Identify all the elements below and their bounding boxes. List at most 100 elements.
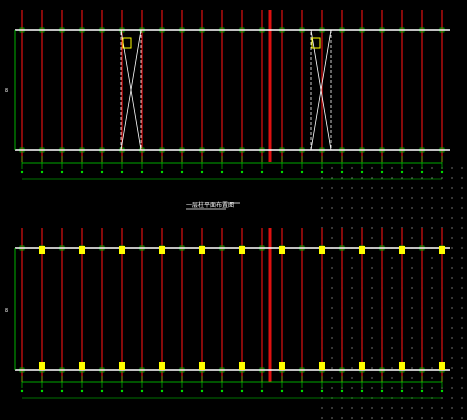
plate-marker <box>319 362 325 370</box>
grid-dot <box>351 267 353 269</box>
grid-dot <box>431 407 433 409</box>
grid-dot <box>321 177 323 179</box>
grid-dot <box>411 407 413 409</box>
grid-dot <box>341 407 343 409</box>
grid-dot <box>381 217 383 219</box>
grid-bubble <box>220 170 224 174</box>
grid-dot <box>451 187 453 189</box>
grid-dot <box>401 407 403 409</box>
lower-left-dim-label: 8 <box>5 308 8 314</box>
grid-dot <box>371 207 373 209</box>
grid-dot <box>351 277 353 279</box>
grid-dot <box>331 317 333 319</box>
grid-dot <box>451 387 453 389</box>
grid-dot <box>441 177 443 179</box>
grid-dot <box>461 337 463 339</box>
grid-dot <box>431 197 433 199</box>
grid-dot <box>461 217 463 219</box>
grid-dot <box>461 367 463 369</box>
plate-marker <box>199 362 205 370</box>
grid-dot <box>411 367 413 369</box>
grid-dot <box>451 237 453 239</box>
grid-dot <box>351 387 353 389</box>
grid-dot <box>331 187 333 189</box>
grid-dot <box>351 237 353 239</box>
grid-dot <box>341 197 343 199</box>
grid-dot <box>421 417 423 419</box>
grid-bubble <box>40 389 44 393</box>
grid-dot <box>431 357 433 359</box>
grid-dot <box>451 337 453 339</box>
grid-dot <box>461 237 463 239</box>
grid-dot <box>421 177 423 179</box>
grid-dot <box>341 217 343 219</box>
grid-bubble <box>440 170 444 174</box>
grid-dot <box>431 277 433 279</box>
grid-dot <box>451 417 453 419</box>
grid-bubble <box>140 389 144 393</box>
grid-dot <box>411 327 413 329</box>
grid-dot <box>431 237 433 239</box>
grid-dot <box>371 217 373 219</box>
grid-dot <box>421 187 423 189</box>
grid-bubble <box>120 389 124 393</box>
grid-dot <box>391 257 393 259</box>
grid-dot <box>431 417 433 419</box>
grid-dot <box>361 207 363 209</box>
grid-dot <box>321 417 323 419</box>
grid-dot <box>331 367 333 369</box>
grid-dot <box>461 277 463 279</box>
grid-dot <box>411 417 413 419</box>
grid-dot <box>341 177 343 179</box>
grid-dot <box>331 177 333 179</box>
grid-dot <box>431 217 433 219</box>
grid-dot <box>411 197 413 199</box>
grid-dot <box>391 347 393 349</box>
grid-dot <box>461 177 463 179</box>
grid-dot <box>421 207 423 209</box>
grid-dot <box>451 177 453 179</box>
grid-dot <box>331 387 333 389</box>
grid-dot <box>331 307 333 309</box>
grid-dot <box>381 177 383 179</box>
grid-dot <box>421 407 423 409</box>
plate-marker <box>359 362 365 370</box>
grid-dot <box>371 297 373 299</box>
grid-dot <box>361 197 363 199</box>
grid-dot <box>351 417 353 419</box>
cad-drawing-canvas[interactable]: 一层柱平面布置图 8 8 <box>0 0 467 420</box>
grid-dot <box>461 347 463 349</box>
grid-bubble <box>60 170 64 174</box>
grid-bubble <box>80 170 84 174</box>
grid-dot <box>461 417 463 419</box>
grid-dot <box>411 207 413 209</box>
grid-dot <box>331 407 333 409</box>
grid-bubble <box>400 389 404 393</box>
grid-dot <box>351 327 353 329</box>
grid-dot <box>361 417 363 419</box>
plate-marker <box>319 246 325 254</box>
grid-dot <box>391 327 393 329</box>
grid-bubble <box>380 170 384 174</box>
grid-dot <box>441 187 443 189</box>
grid-dot <box>441 207 443 209</box>
grid-dot <box>351 367 353 369</box>
grid-dot <box>361 187 363 189</box>
grid-dot <box>411 187 413 189</box>
grid-dot <box>371 267 373 269</box>
grid-dot <box>451 357 453 359</box>
grid-dot <box>451 247 453 249</box>
grid-dot <box>451 227 453 229</box>
grid-dot <box>351 407 353 409</box>
grid-dot <box>391 357 393 359</box>
grid-dot <box>391 197 393 199</box>
grid-dot <box>411 257 413 259</box>
grid-dot <box>441 407 443 409</box>
grid-bubble <box>220 389 224 393</box>
grid-dot <box>451 367 453 369</box>
grid-dot <box>451 307 453 309</box>
grid-bubble <box>200 170 204 174</box>
grid-bubble <box>40 170 44 174</box>
plate-marker <box>159 246 165 254</box>
grid-dot <box>461 287 463 289</box>
